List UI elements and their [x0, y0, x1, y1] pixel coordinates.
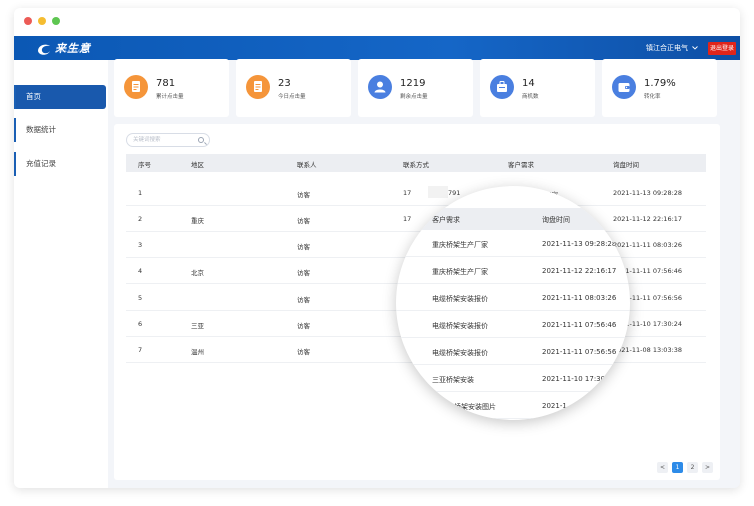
cell-region: 北京	[191, 269, 204, 277]
cell-no: 1	[138, 189, 143, 197]
col-header-no: 序号	[138, 161, 151, 169]
cell-contact: 访客	[297, 348, 310, 356]
company-selector[interactable]: 镇江合正电气	[646, 43, 698, 53]
search-icon[interactable]	[198, 137, 204, 143]
magnifier-header: 客户需求 询盘时间	[396, 208, 630, 230]
close-window-button[interactable]	[24, 17, 32, 25]
logo-swirl-icon	[36, 41, 52, 55]
stat-label: 今日点击量	[278, 94, 306, 100]
magnifier-demand: 重庆桥架生产厂家	[432, 241, 488, 249]
magnifier-demand: 电缆桥架安装报价	[432, 349, 488, 357]
magnifier-demand: 重庆桥架生产厂家	[432, 268, 488, 276]
chevron-down-icon	[692, 44, 698, 52]
table-header: 序号 地区 联系人 联系方式 客户需求 询盘时间	[126, 154, 706, 172]
stat-value: 1219	[400, 78, 426, 89]
magnifier-time: 2021-11-11 07:56:46	[542, 321, 617, 329]
document-icon	[124, 75, 148, 99]
logo-text: 来生意	[55, 42, 91, 55]
magnifier-row: 三亚桥架安装 2021-11-10 17:30	[396, 365, 630, 392]
phone-redaction-mask	[428, 186, 448, 198]
cell-region: 温州	[191, 348, 204, 356]
sidebar-item-recharge[interactable]: 充值记录	[14, 152, 106, 176]
cell-no: 7	[138, 346, 143, 354]
search-input[interactable]: 关键词搜索	[126, 133, 210, 147]
stat-label: 转化率	[644, 94, 661, 100]
stat-card-opportunities: 14 商机数	[480, 59, 595, 117]
maximize-window-button[interactable]	[52, 17, 60, 25]
sidebar: 首页 数据统计 充值记录	[14, 60, 108, 488]
magnifier-row: 电缆桥架安装报价 2021-11-11 07:56:56	[396, 338, 630, 365]
magnifier-demand: 电缆桥架安装报价	[432, 295, 488, 303]
magnifier-time: 2021-11-13 09:28:28	[542, 240, 617, 248]
prev-page-button[interactable]: <	[657, 462, 668, 473]
cell-contact: 访客	[297, 243, 310, 251]
magnifier-demand: 桥架安装图片	[454, 403, 496, 411]
brand-logo[interactable]: 来生意	[36, 39, 91, 57]
magnifier-demand: 电缆桥架安装报价	[432, 322, 488, 330]
table-row[interactable]: 1 访客 17 791 生产厂家 2021-11-13 09:28:28	[126, 180, 706, 206]
magnifier-time: 2021-11-11 08:03:26	[542, 294, 617, 302]
magnifier-time: 2021-11-12 22:16:17	[542, 267, 617, 275]
cell-no: 5	[138, 294, 143, 302]
sidebar-item-home[interactable]: 首页	[14, 85, 106, 109]
window-titlebar	[14, 8, 740, 36]
magnifier-time: 2021-1	[542, 402, 567, 410]
magnifier-row: 重庆桥架生产厂家 2021-11-12 22:16:17	[396, 257, 630, 284]
cell-contact: 访客	[297, 217, 310, 225]
stat-card-conversion-rate: 1.79% 转化率	[602, 59, 717, 117]
top-header: 来生意 LAISHENGYI 镇江合正电气 退出登录	[14, 36, 740, 60]
magnifier-row: 桥架安装图片 2021-1	[396, 392, 630, 419]
cell-contact: 访客	[297, 269, 310, 277]
logo-subtext: LAISHENGYI	[56, 49, 87, 53]
col-header-contact: 联系人	[297, 161, 317, 169]
stat-card-total-clicks: 781 累计点击量	[114, 59, 229, 117]
cell-region: 重庆	[191, 217, 204, 225]
document-icon	[246, 75, 270, 99]
logout-button[interactable]: 退出登录	[708, 42, 736, 55]
stat-card-remaining-clicks: 1219 剩余点击量	[358, 59, 473, 117]
cell-contact: 访客	[297, 296, 310, 304]
page-button-1[interactable]: 1	[672, 462, 683, 473]
page-button-2[interactable]: 2	[687, 462, 698, 473]
cell-no: 6	[138, 320, 143, 328]
cell-phone-end: 791	[448, 189, 461, 197]
col-header-time: 询盘时间	[613, 161, 639, 169]
magnifier-time: 2021-11-11 07:56:56	[542, 348, 617, 356]
col-header-demand: 客户需求	[508, 161, 534, 169]
cell-phone: 17	[403, 189, 412, 197]
magnifier-row: 重庆桥架生产厂家 2021-11-13 09:28:28	[396, 230, 630, 257]
stat-label: 剩余点击量	[400, 94, 428, 100]
magnifier-row: 电缆桥架安装报价 2021-11-11 08:03:26	[396, 284, 630, 311]
cell-no: 3	[138, 241, 143, 249]
stat-label: 累计点击量	[156, 94, 184, 100]
cell-no: 2	[138, 215, 143, 223]
company-name: 镇江合正电气	[646, 44, 688, 52]
stat-card-today-clicks: 23 今日点击量	[236, 59, 351, 117]
magnifier-row: 电缆桥架安装报价 2021-11-11 07:56:46	[396, 311, 630, 338]
magnifier-time: 2021-11-10 17:30	[542, 375, 606, 383]
cell-contact: 访客	[297, 322, 310, 330]
sidebar-item-statistics[interactable]: 数据统计	[14, 118, 106, 142]
stat-value: 14	[522, 78, 535, 89]
next-page-button[interactable]: >	[702, 462, 713, 473]
magnifier-col-time: 询盘时间	[542, 216, 570, 224]
stat-value: 23	[278, 78, 291, 89]
stat-label: 商机数	[522, 94, 539, 100]
stat-value: 1.79%	[644, 78, 676, 89]
minimize-window-button[interactable]	[38, 17, 46, 25]
cell-time: 2021-11-13 09:28:28	[613, 189, 683, 197]
magnifier-col-demand: 客户需求	[432, 216, 460, 224]
stat-value: 781	[156, 78, 176, 89]
wallet-icon	[612, 75, 636, 99]
zoom-magnifier: 客户需求 询盘时间 重庆桥架生产厂家 2021-11-13 09:28:28 重…	[396, 186, 630, 420]
col-header-region: 地区	[191, 161, 204, 169]
briefcase-icon	[490, 75, 514, 99]
col-header-phone: 联系方式	[403, 161, 429, 169]
user-icon	[368, 75, 392, 99]
cell-no: 4	[138, 267, 143, 275]
cell-region: 三亚	[191, 322, 204, 330]
magnifier-demand: 三亚桥架安装	[432, 376, 474, 384]
cell-contact: 访客	[297, 191, 310, 199]
